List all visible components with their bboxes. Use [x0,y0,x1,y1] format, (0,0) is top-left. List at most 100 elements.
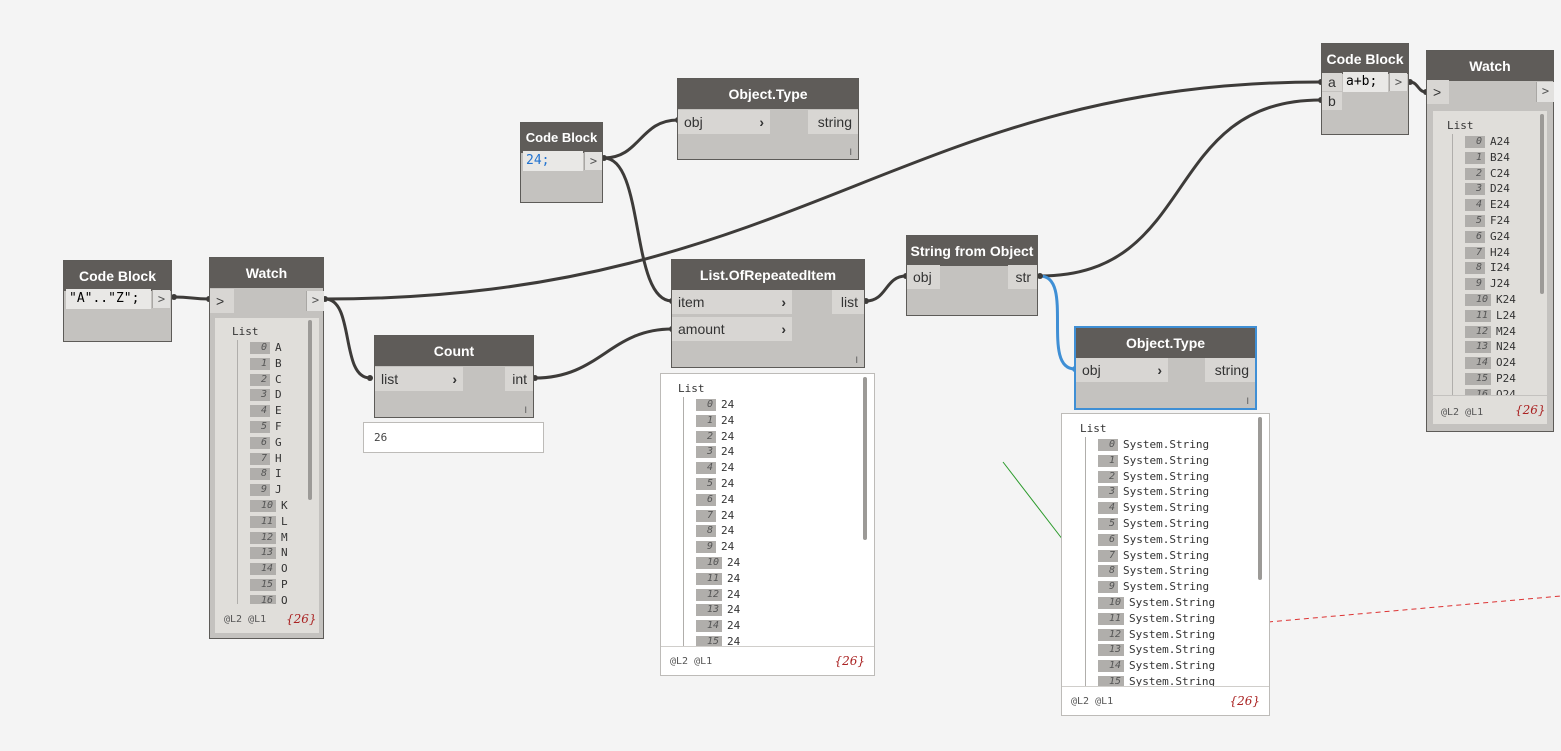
list-item[interactable]: 11 L24 [1447,308,1539,324]
list-item[interactable]: 12 System.String [1080,627,1260,643]
input-port-obj[interactable]: obj › [1076,358,1168,382]
list-item[interactable]: 2 24 [678,429,858,445]
list-item[interactable]: 6 24 [678,492,858,508]
input-port[interactable]: > [210,289,234,313]
list-item[interactable]: 9 J24 [1447,276,1539,292]
list-item[interactable]: 14 O24 [1447,355,1539,371]
list-item[interactable]: 11 L [232,514,312,530]
list-item[interactable]: 8 I24 [1447,260,1539,276]
list-item[interactable]: 7 System.String [1080,548,1260,564]
output-port[interactable]: > [1536,82,1554,102]
repeat-preview[interactable]: List 0 24 1 24 2 24 3 24 4 24 5 24 6 24 7 24 8 24 9 24 10 24 11… [660,373,875,676]
list-item[interactable]: 13 System.String [1080,642,1260,658]
list-item[interactable]: 1B [232,356,312,372]
list-item[interactable]: 5 F24 [1447,213,1539,229]
list-item[interactable]: 13 N [232,545,312,561]
list-item[interactable]: 11 24 [678,571,858,587]
list-item[interactable]: 12 24 [678,587,858,603]
list-item[interactable]: 16 Q24 [1447,387,1539,395]
watch-list-view[interactable]: List 0 24 1 24 2 24 3 24 4 24 5 24 6 24 7 24 8 24 9 24 10 24 11… [678,381,858,647]
watch-scrollbar[interactable] [1540,114,1544,294]
list-item[interactable]: 11 System.String [1080,611,1260,627]
list-of-repeated-item-node[interactable]: List.OfRepeatedItem item › amount › list I [671,259,865,368]
watch-list-view[interactable]: List 0 A24 1 B24 2 C24 3 D24 4 E24 5 F24 6 G24 7 H24 8 I24… [1447,118,1539,395]
list-item[interactable]: 2C [232,372,312,388]
output-port[interactable]: > [152,290,170,308]
list-item[interactable]: 0 24 [678,397,858,413]
count-node[interactable]: Count list › int I [374,335,534,418]
input-port-amount[interactable]: amount › [672,317,792,341]
list-item[interactable]: 15 P24 [1447,371,1539,387]
list-item[interactable]: 8 24 [678,523,858,539]
output-port-string[interactable]: string [1205,358,1255,382]
list-item[interactable]: 4 System.String [1080,500,1260,516]
object-type-preview[interactable]: List 0 System.String 1 System.String 2 System.… [1061,413,1270,716]
list-item[interactable]: 13 N24 [1447,339,1539,355]
list-item[interactable]: 12 M [232,530,312,546]
output-port-string[interactable]: string [808,110,858,134]
list-item[interactable]: 14 24 [678,618,858,634]
list-item[interactable]: 8I [232,466,312,482]
output-port-list[interactable]: list [832,290,864,314]
list-item[interactable]: 5 System.String [1080,516,1260,532]
list-item[interactable]: 5F [232,419,312,435]
list-item[interactable]: 10 K24 [1447,292,1539,308]
input-port-obj[interactable]: obj › [678,110,770,134]
list-item[interactable]: 4E [232,403,312,419]
list-item[interactable]: 9 24 [678,539,858,555]
list-item[interactable]: 0 System.String [1080,437,1260,453]
output-port[interactable]: > [1389,73,1407,91]
output-port-str[interactable]: str [1008,265,1037,289]
code-block-text[interactable]: a+b; [1343,72,1388,92]
list-item[interactable]: 0 A24 [1447,134,1539,150]
input-port-obj[interactable]: obj [907,265,940,289]
list-item[interactable]: 1 B24 [1447,150,1539,166]
code-block-node-24[interactable]: Code Block 24; > [520,122,603,203]
code-block-text[interactable]: 24; [523,151,583,171]
list-item[interactable]: 14 O [232,561,312,577]
list-item[interactable]: 3 D24 [1447,181,1539,197]
output-port[interactable]: > [306,291,324,311]
preview-scrollbar[interactable] [863,377,867,540]
list-item[interactable]: 2 System.String [1080,469,1260,485]
count-preview[interactable]: 26 [363,422,544,453]
list-item[interactable]: 6G [232,435,312,451]
list-item[interactable]: 2 C24 [1447,166,1539,182]
list-item[interactable]: 13 24 [678,602,858,618]
watch-list-view[interactable]: List 0 A 1 B 2 C 3 D 4 E 5 F 6 G 7 H 8 I 9 J 10 K 11 L 12 M 13 N 14 O 1… [232,324,312,604]
list-item[interactable]: 1 24 [678,413,858,429]
string-from-object-node[interactable]: String from Object obj str [906,235,1038,316]
watch-list-view[interactable]: List 0 System.String 1 System.String 2 System.… [1080,421,1260,687]
input-port-b[interactable]: b [1322,92,1342,110]
code-block-node-az[interactable]: Code Block "A".."Z"; > [63,260,172,342]
list-item[interactable]: 6 G24 [1447,229,1539,245]
list-item[interactable]: 0A [232,340,312,356]
watch-scrollbar[interactable] [308,320,312,500]
list-item[interactable]: 6 System.String [1080,532,1260,548]
object-type-node-selected[interactable]: Object.Type obj › string I [1074,326,1257,410]
list-item[interactable]: 3 System.String [1080,484,1260,500]
code-block-node-ab[interactable]: Code Block a b a+b; > [1321,43,1409,135]
list-item[interactable]: 10 K [232,498,312,514]
object-type-node-top[interactable]: Object.Type obj › string I [677,78,859,160]
list-item[interactable]: 1 System.String [1080,453,1260,469]
input-port-item[interactable]: item › [672,290,792,314]
list-item[interactable]: 15 P [232,577,312,593]
watch-node-left[interactable]: Watch > > List 0 A 1 B 2 C 3 D 4 E 5 F 6 G 7 H 8 I 9 J 10 K 11 L… [209,257,324,639]
list-item[interactable]: 8 System.String [1080,563,1260,579]
output-port-int[interactable]: int [505,367,533,391]
input-port[interactable]: > [1427,80,1449,104]
list-item[interactable]: 9J [232,482,312,498]
list-item[interactable]: 16 Q [232,593,312,604]
list-item[interactable]: 7 24 [678,508,858,524]
list-item[interactable]: 10 System.String [1080,595,1260,611]
list-item[interactable]: 14 System.String [1080,658,1260,674]
code-block-text[interactable]: "A".."Z"; [66,289,151,309]
input-port-list[interactable]: list › [375,367,463,391]
list-item[interactable]: 3D [232,387,312,403]
input-port-a[interactable]: a [1322,73,1342,91]
list-item[interactable]: 10 24 [678,555,858,571]
output-port[interactable]: > [584,152,602,170]
list-item[interactable]: 9 System.String [1080,579,1260,595]
list-item[interactable]: 4 24 [678,460,858,476]
